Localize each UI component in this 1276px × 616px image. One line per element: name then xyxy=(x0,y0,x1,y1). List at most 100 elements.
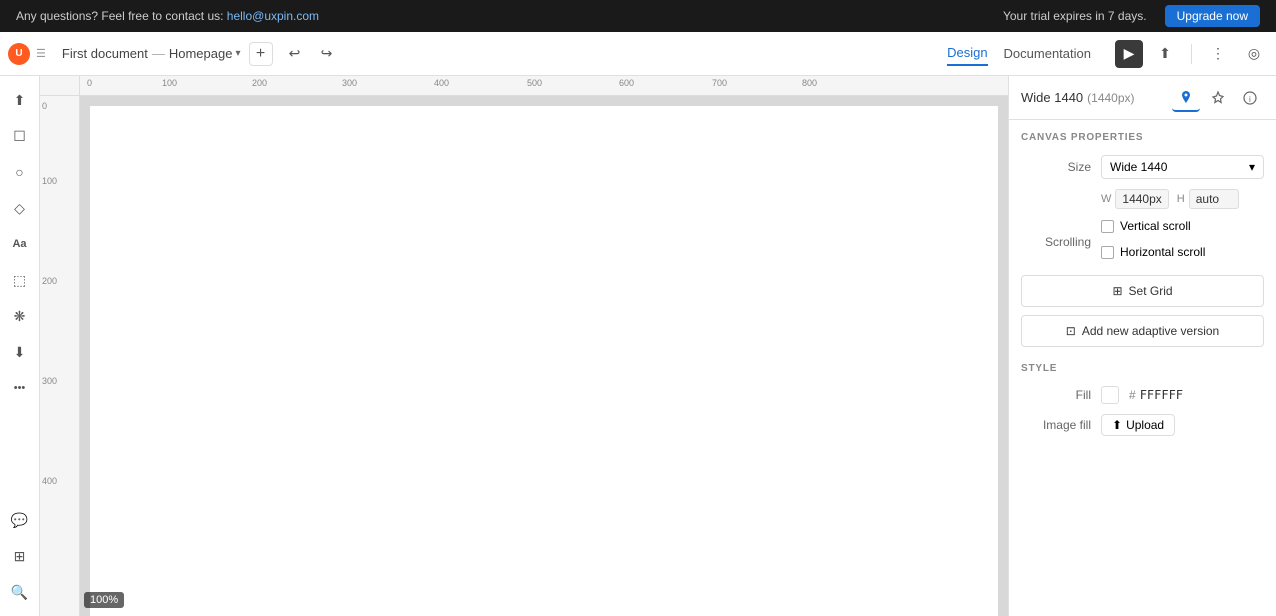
v-ruler-tick: 400 xyxy=(40,476,57,486)
redo-button[interactable]: ↪ xyxy=(313,40,341,68)
height-label: H xyxy=(1177,193,1185,205)
v-ruler-tick: 100 xyxy=(40,176,57,186)
logo-area: U ☰ xyxy=(8,43,46,65)
height-value[interactable]: auto xyxy=(1189,189,1239,209)
plugin-icon[interactable]: ❋ xyxy=(4,300,36,332)
more-icon[interactable]: ••• xyxy=(4,372,36,404)
vertical-scroll-row: Vertical scroll xyxy=(1101,219,1205,233)
ruler-tick: 200 xyxy=(250,76,267,88)
horizontal-scroll-row: Horizontal scroll xyxy=(1101,245,1205,259)
panel-options-button[interactable]: ⋮ xyxy=(1204,40,1232,68)
right-panel: Wide 1440 (1440px) i xyxy=(1008,76,1276,616)
share-button[interactable]: ⬆ xyxy=(1151,40,1179,68)
component-icon[interactable]: ◇ xyxy=(4,192,36,224)
ruler-tick: 0 xyxy=(85,76,92,88)
scroll-options: Vertical scroll Horizontal scroll xyxy=(1101,219,1205,265)
horizontal-ruler: 0 100 200 300 400 500 600 700 800 xyxy=(80,76,1008,96)
add-adaptive-label: Add new adaptive version xyxy=(1082,324,1219,338)
upgrade-button[interactable]: Upgrade now xyxy=(1165,5,1260,27)
notification-text: Any questions? Feel free to contact us: … xyxy=(16,9,319,23)
horizontal-scroll-label: Horizontal scroll xyxy=(1120,245,1205,259)
wh-row: W 1440px H auto xyxy=(1101,189,1264,209)
v-ruler-tick: 200 xyxy=(40,276,57,286)
panel-content: CANVAS PROPERTIES Size Wide 1440 ▾ W 144… xyxy=(1009,120,1276,616)
fill-property-row: Fill # FFFFFF xyxy=(1021,386,1264,404)
ruler-tick: 600 xyxy=(617,76,634,88)
width-value[interactable]: 1440px xyxy=(1115,189,1168,209)
image-fill-property-row: Image fill ⬆ Upload xyxy=(1021,414,1264,436)
design-nav-tab[interactable]: Design xyxy=(947,41,987,66)
ruler-corner xyxy=(40,76,80,96)
logo-icon[interactable]: U xyxy=(8,43,30,65)
fill-value-group: # FFFFFF xyxy=(1101,386,1183,404)
toolbar-actions: ▶ ⬆ ⋮ ◎ xyxy=(1115,40,1268,68)
size-dropdown-value: Wide 1440 xyxy=(1110,160,1167,174)
canvas-size-px: (1440px) xyxy=(1087,91,1134,105)
height-field: H auto xyxy=(1177,189,1239,209)
ellipse-icon[interactable]: ○ xyxy=(4,156,36,188)
interactions-panel-tab[interactable] xyxy=(1204,84,1232,112)
cursor-icon[interactable]: ⬆ xyxy=(4,84,36,116)
vertical-scroll-label: Vertical scroll xyxy=(1120,219,1191,233)
image-fill-label: Image fill xyxy=(1021,418,1091,432)
ruler-tick: 500 xyxy=(525,76,542,88)
undo-button[interactable]: ↩ xyxy=(281,40,309,68)
breadcrumb-separator: — xyxy=(152,46,165,61)
contact-email-link[interactable]: hello@uxpin.com xyxy=(227,9,319,23)
width-field: W 1440px xyxy=(1101,189,1169,209)
image-icon[interactable]: ⬚ xyxy=(4,264,36,296)
upload-label: Upload xyxy=(1126,418,1164,432)
play-button[interactable]: ▶ xyxy=(1115,40,1143,68)
fill-color-swatch[interactable] xyxy=(1101,386,1119,404)
chevron-down-icon: ▾ xyxy=(235,48,240,59)
scrolling-label: Scrolling xyxy=(1021,235,1091,249)
canvas-wrapper: 0 100 200 300 400 500 600 700 800 0 100 … xyxy=(40,76,1008,616)
v-ruler-tick: 0 xyxy=(40,101,47,111)
documentation-nav-tab[interactable]: Documentation xyxy=(1004,42,1091,65)
svg-text:i: i xyxy=(1249,95,1251,104)
panel-tabs: i xyxy=(1172,84,1264,112)
upload-icon: ⬆ xyxy=(1112,418,1122,432)
top-notification-bar: Any questions? Feel free to contact us: … xyxy=(0,0,1276,32)
panel-header: Wide 1440 (1440px) i xyxy=(1009,76,1276,120)
canvas-area[interactable]: 100% xyxy=(80,96,1008,616)
upload-button[interactable]: ⬆ Upload xyxy=(1101,414,1175,436)
main-layout: ⬆ ☐ ○ ◇ Aa ⬚ ❋ ⬇ ••• 💬 ⊞ 🔍 0 100 200 300… xyxy=(0,76,1276,616)
fill-hex-value[interactable]: FFFFFF xyxy=(1140,388,1183,402)
text-icon[interactable]: Aa xyxy=(4,228,36,260)
vertical-scroll-checkbox[interactable] xyxy=(1101,220,1114,233)
ruler-tick: 400 xyxy=(432,76,449,88)
ruler-tick: 800 xyxy=(800,76,817,88)
size-label: Size xyxy=(1021,160,1091,174)
width-label: W xyxy=(1101,193,1111,205)
import-icon[interactable]: ⬇ xyxy=(4,336,36,368)
set-grid-label: Set Grid xyxy=(1129,284,1173,298)
menu-icon[interactable]: ☰ xyxy=(36,47,46,60)
horizontal-scroll-checkbox[interactable] xyxy=(1101,246,1114,259)
adaptive-icon: ⊡ xyxy=(1066,324,1076,338)
left-sidebar: ⬆ ☐ ○ ◇ Aa ⬚ ❋ ⬇ ••• 💬 ⊞ 🔍 xyxy=(0,76,40,616)
trial-text: Your trial expires in 7 days. xyxy=(1003,9,1147,23)
canvas-page xyxy=(90,106,998,616)
search-icon[interactable]: 🔍 xyxy=(4,576,36,608)
design-panel-tab[interactable] xyxy=(1172,84,1200,112)
info-panel-tab[interactable]: i xyxy=(1236,84,1264,112)
rectangle-icon[interactable]: ☐ xyxy=(4,120,36,152)
fill-label: Fill xyxy=(1021,388,1091,402)
add-page-button[interactable]: + xyxy=(249,42,273,66)
v-ruler-tick: 300 xyxy=(40,376,57,386)
page-dropdown[interactable]: Homepage ▾ xyxy=(169,46,241,61)
zoom-indicator: 100% xyxy=(84,592,124,608)
ruler-tick: 300 xyxy=(340,76,357,88)
style-section: STYLE Fill # FFFFFF Image fill ⬆ Upload xyxy=(1021,363,1264,436)
canvas-properties-title: CANVAS PROPERTIES xyxy=(1021,132,1264,143)
size-dropdown[interactable]: Wide 1440 ▾ xyxy=(1101,155,1264,179)
comments-icon[interactable]: 💬 xyxy=(4,504,36,536)
page-name: Homepage xyxy=(169,46,233,61)
layers-icon[interactable]: ⊞ xyxy=(4,540,36,572)
set-grid-button[interactable]: ⊞ Set Grid xyxy=(1021,275,1264,307)
preview-button[interactable]: ◎ xyxy=(1240,40,1268,68)
add-adaptive-version-button[interactable]: ⊡ Add new adaptive version xyxy=(1021,315,1264,347)
ruler-tick: 700 xyxy=(710,76,727,88)
ruler-row: 0 100 200 300 400 500 600 700 800 xyxy=(40,76,1008,96)
